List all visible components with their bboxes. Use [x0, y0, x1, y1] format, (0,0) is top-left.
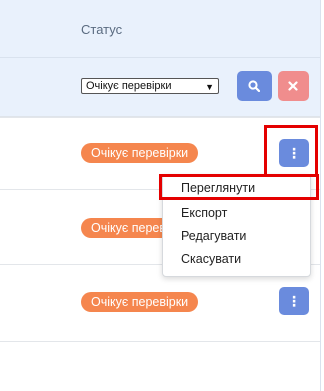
search-button[interactable] [237, 71, 272, 101]
table-right-border [320, 0, 321, 391]
menu-item-cancel[interactable]: Скасувати [163, 248, 308, 270]
highlight-box-view [159, 174, 319, 200]
kebab-menu-icon: ⋮ [287, 293, 301, 309]
row-actions-button[interactable]: ⋮ [279, 287, 309, 315]
status-column-header: Статус [81, 22, 123, 37]
clear-filter-button[interactable] [278, 71, 309, 101]
row-divider [0, 341, 320, 342]
row-divider [0, 117, 320, 118]
status-badge: Очікує перевірки [81, 292, 199, 312]
highlight-box-actions [264, 125, 318, 177]
close-icon [288, 81, 298, 91]
table-header-row: Статус [0, 0, 320, 58]
search-icon [248, 80, 260, 92]
status-filter-select[interactable]: Очікує перевірки ▼ [81, 78, 219, 94]
chevron-down-icon: ▼ [205, 82, 214, 92]
menu-item-export[interactable]: Експорт [163, 202, 308, 224]
status-badge: Очікує перевірки [81, 143, 199, 163]
status-filter-value: Очікує перевірки [86, 80, 172, 92]
menu-item-edit[interactable]: Редагувати [163, 225, 308, 247]
